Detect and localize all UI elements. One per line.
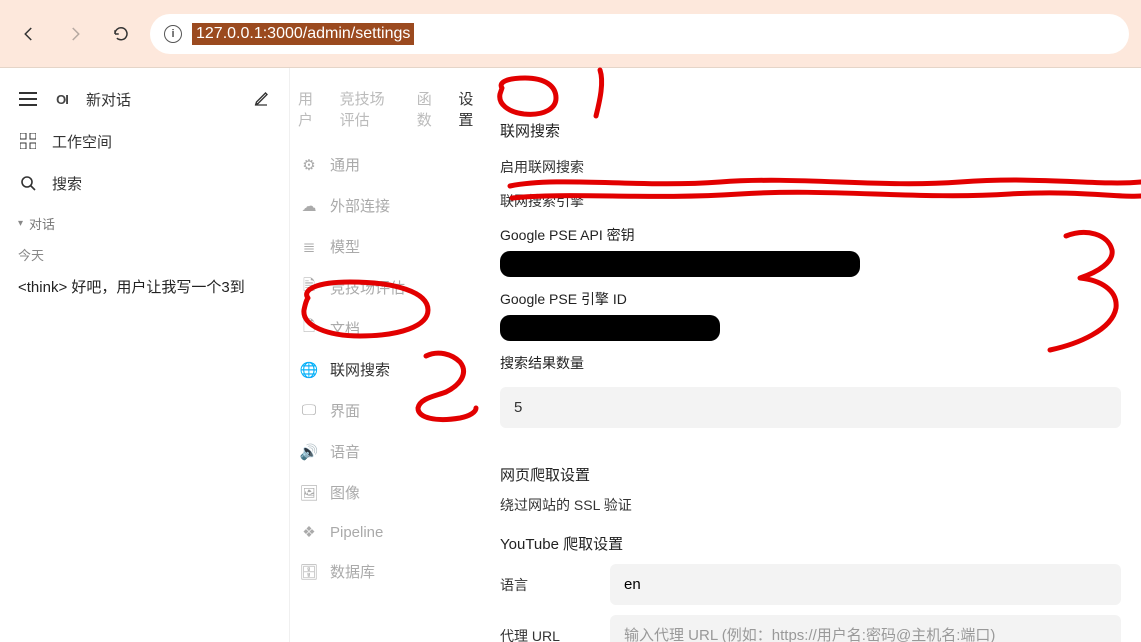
browser-chrome: i 127.0.0.1:3000/admin/settings <box>0 0 1141 68</box>
engine-id-redacted[interactable] <box>500 315 720 341</box>
image-icon: 🖼 <box>300 484 318 502</box>
enable-websearch-label: 启用联网搜索 <box>500 157 584 177</box>
conversations-label: 对话 <box>29 214 55 233</box>
file-icon: 🗋 <box>300 320 318 338</box>
engine-label: 联网搜索引擎 <box>500 191 584 211</box>
forward-button[interactable] <box>58 17 92 51</box>
settings-nav-database[interactable]: 🗄 数据库 <box>290 551 490 592</box>
settings-nav-label: 界面 <box>330 400 360 421</box>
settings-nav-label: 文档 <box>330 318 360 339</box>
arrow-left-icon <box>20 25 38 43</box>
settings-nav-interface[interactable]: 🖵 界面 <box>290 390 490 431</box>
tab-arena[interactable]: 竞技场评估 <box>340 88 399 130</box>
settings-content: 联网搜索 启用联网搜索 联网搜索引擎 Google PSE API 密钥 Goo… <box>490 68 1141 642</box>
search-label: 搜索 <box>52 173 82 194</box>
menu-icon[interactable] <box>18 89 38 109</box>
settings-nav-docs[interactable]: 🗋 文档 <box>290 308 490 349</box>
site-info-icon[interactable]: i <box>164 25 182 43</box>
settings-nav-general[interactable]: ⚙ 通用 <box>290 144 490 185</box>
layers-icon: ❖ <box>300 523 318 541</box>
brand-icon: OI <box>52 89 72 109</box>
reload-button[interactable] <box>104 17 138 51</box>
settings-nav-label: 数据库 <box>330 561 375 582</box>
left-sidebar: OI 新对话 工作空间 搜索 ▾ 对话 今天 <think> 好吧，用户让我写一… <box>0 68 290 642</box>
settings-nav-external[interactable]: ☁ 外部连接 <box>290 185 490 226</box>
new-chat-label: 新对话 <box>86 89 131 110</box>
tab-users[interactable]: 用户 <box>298 88 322 130</box>
settings-nav-pipeline[interactable]: ❖ Pipeline <box>290 513 490 551</box>
result-count-label: 搜索结果数量 <box>500 353 1121 373</box>
cloud-icon: ☁ <box>300 197 318 215</box>
document-icon: 🗎 <box>300 279 318 297</box>
compose-icon[interactable] <box>251 89 271 109</box>
settings-nav-label: 联网搜索 <box>330 359 390 380</box>
crawl-heading: 网页爬取设置 <box>500 464 1121 485</box>
grid-icon <box>18 131 38 151</box>
proxy-row: 代理 URL <box>500 615 1121 642</box>
language-label: 语言 <box>500 575 560 595</box>
settings-nav-label: Pipeline <box>330 524 383 541</box>
settings-nav-label: 通用 <box>330 154 360 175</box>
result-count-input[interactable] <box>500 387 1121 428</box>
app-body: OI 新对话 工作空间 搜索 ▾ 对话 今天 <think> 好吧，用户让我写一… <box>0 68 1141 642</box>
new-chat-row[interactable]: OI 新对话 <box>12 78 277 120</box>
globe-icon: 🌐 <box>300 361 318 379</box>
gear-icon: ⚙ <box>300 156 318 174</box>
settings-nav-image[interactable]: 🖼 图像 <box>290 472 490 513</box>
conversations-section[interactable]: ▾ 对话 <box>12 204 277 237</box>
settings-nav-arena[interactable]: 🗎 竞技场评估 <box>290 267 490 308</box>
websearch-heading: 联网搜索 <box>500 120 1121 141</box>
language-input[interactable] <box>610 564 1121 605</box>
youtube-heading: YouTube 爬取设置 <box>500 533 1121 554</box>
engine-id-label: Google PSE 引擎 ID <box>500 289 1121 309</box>
api-key-redacted[interactable] <box>500 251 860 277</box>
enable-websearch-row: 启用联网搜索 <box>500 157 1121 177</box>
settings-nav-label: 模型 <box>330 236 360 257</box>
settings-nav-voice[interactable]: 🔊 语音 <box>290 431 490 472</box>
engine-row: 联网搜索引擎 <box>500 191 1121 211</box>
ssl-bypass-row: 绕过网站的 SSL 验证 <box>500 495 1121 515</box>
search-row[interactable]: 搜索 <box>12 162 277 204</box>
settings-nav-label: 竞技场评估 <box>330 277 405 298</box>
settings-nav-label: 图像 <box>330 482 360 503</box>
stack-icon: ≣ <box>300 238 318 256</box>
settings-nav-models[interactable]: ≣ 模型 <box>290 226 490 267</box>
speaker-icon: 🔊 <box>300 443 318 461</box>
workspace-row[interactable]: 工作空间 <box>12 120 277 162</box>
today-label: 今天 <box>12 237 277 268</box>
workspace-label: 工作空间 <box>52 131 112 152</box>
url-bar[interactable]: i 127.0.0.1:3000/admin/settings <box>150 14 1129 54</box>
proxy-label: 代理 URL <box>500 626 560 642</box>
settings-nav-column: 用户 竞技场评估 函数 设置 ⚙ 通用 ☁ 外部连接 ≣ 模型 🗎 竞技场评估 … <box>290 68 490 642</box>
ssl-bypass-label: 绕过网站的 SSL 验证 <box>500 495 632 515</box>
back-button[interactable] <box>12 17 46 51</box>
search-icon <box>18 173 38 193</box>
settings-nav-websearch[interactable]: 🌐 联网搜索 <box>290 349 490 390</box>
chevron-down-icon: ▾ <box>18 218 23 229</box>
tab-functions[interactable]: 函数 <box>417 88 441 130</box>
reload-icon <box>112 25 130 43</box>
settings-nav-label: 语音 <box>330 441 360 462</box>
admin-tabs: 用户 竞技场评估 函数 设置 <box>290 80 490 144</box>
tab-settings[interactable]: 设置 <box>458 88 482 130</box>
language-row: 语言 <box>500 564 1121 605</box>
database-icon: 🗄 <box>300 563 318 581</box>
url-text: 127.0.0.1:3000/admin/settings <box>192 23 414 45</box>
settings-nav-label: 外部连接 <box>330 195 390 216</box>
monitor-icon: 🖵 <box>300 402 318 420</box>
arrow-right-icon <box>66 25 84 43</box>
api-key-label: Google PSE API 密钥 <box>500 225 1121 245</box>
chat-item[interactable]: <think> 好吧，用户让我写一个3到 <box>12 268 277 305</box>
proxy-input[interactable] <box>610 615 1121 642</box>
